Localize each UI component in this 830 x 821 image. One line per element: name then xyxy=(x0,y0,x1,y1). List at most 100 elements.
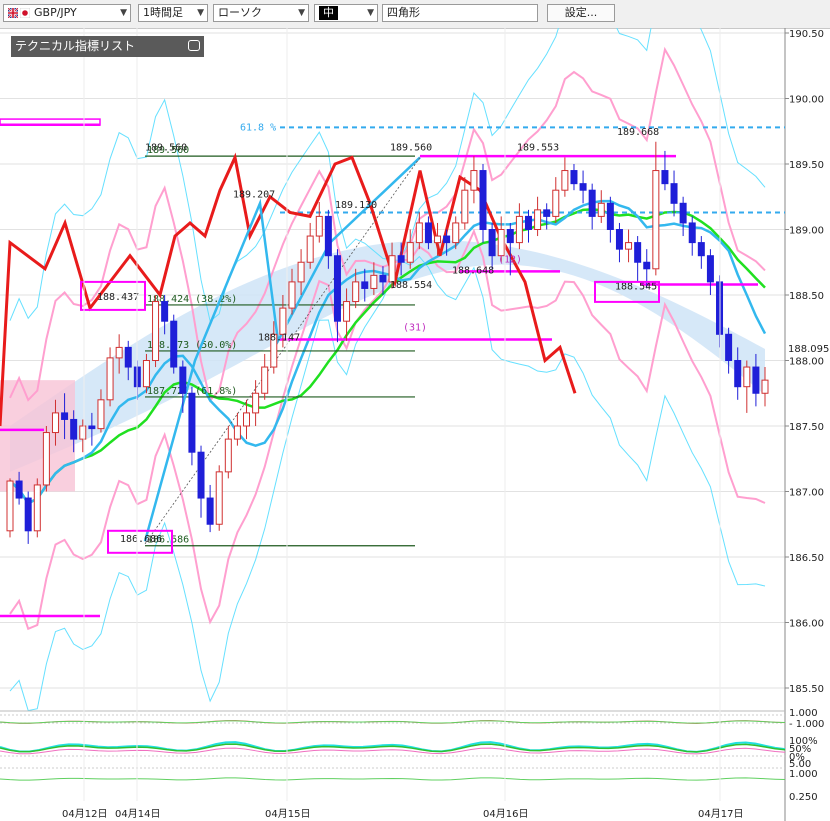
candle-body xyxy=(625,242,633,250)
shape-field[interactable]: 四角形 xyxy=(382,4,538,22)
indicator-list-title: テクニカル指標リスト xyxy=(15,39,136,53)
y-tick-label: 189.00 xyxy=(789,226,824,237)
candle-body xyxy=(288,281,296,309)
candle-body xyxy=(515,215,523,244)
chevron-down-icon: ▼ xyxy=(197,8,204,18)
draw-mode-select[interactable]: 中 ▼ xyxy=(314,4,378,22)
price-chart[interactable]: 190.50 190.00 189.50 189.00 188.50 188.00 187.… xyxy=(0,28,830,821)
candle-body xyxy=(679,202,687,224)
candle-body xyxy=(88,425,96,430)
candle-body xyxy=(406,242,414,263)
candle-body xyxy=(142,360,150,388)
candle-body xyxy=(443,235,451,244)
candle-body xyxy=(61,412,69,420)
candle-body xyxy=(115,346,123,359)
y-tick-label: 189.50 xyxy=(789,160,824,171)
candle-body xyxy=(470,170,478,191)
candle-body xyxy=(124,346,132,368)
price-label: 189.668 xyxy=(617,127,659,138)
candle-body xyxy=(352,281,360,303)
candle-body xyxy=(461,189,469,224)
candle-body xyxy=(388,255,396,283)
chevron-down-icon: ▼ xyxy=(120,8,127,18)
candle-body xyxy=(524,215,532,230)
candle-body xyxy=(333,255,341,322)
candle-body xyxy=(588,189,596,217)
candle-body xyxy=(6,480,14,532)
sub-tick-label: 1.000 xyxy=(789,708,818,719)
candle-body xyxy=(79,425,87,440)
candle-body xyxy=(215,471,223,525)
x-tick-label: 04月14日 xyxy=(115,808,160,820)
price-label: 188.437 xyxy=(97,292,139,303)
candle-body xyxy=(688,222,696,244)
draw-mode-label: 中 xyxy=(319,6,338,20)
candle-body xyxy=(424,222,432,244)
candle-body xyxy=(479,170,487,231)
candle-body xyxy=(197,451,205,499)
candle-body xyxy=(24,497,32,532)
candle-body xyxy=(343,301,351,322)
candle-body xyxy=(15,480,23,499)
price-label: 189.553 xyxy=(517,143,559,154)
candle-body xyxy=(97,399,105,430)
candle-body xyxy=(761,379,769,394)
chart-area[interactable]: 190.50 190.00 189.50 189.00 188.50 188.00 187.… xyxy=(0,28,830,821)
candle-body xyxy=(306,235,314,263)
x-tick-label: 04月12日 xyxy=(62,808,107,820)
candle-body xyxy=(361,281,369,289)
envelope-upper-line xyxy=(9,169,766,504)
candle-body xyxy=(315,215,323,237)
chart-style-select[interactable]: ローソク ▼ xyxy=(213,4,309,22)
candle-body xyxy=(51,412,59,434)
candle-body xyxy=(743,366,751,388)
y-tick-label: 188.50 xyxy=(789,291,824,302)
candle-body xyxy=(552,189,560,217)
price-label: 189.130 xyxy=(335,200,377,211)
candle-body xyxy=(297,261,305,283)
price-label: 186.686 xyxy=(120,534,162,545)
current-price-label: 188.095 xyxy=(788,344,829,355)
candle-body xyxy=(161,301,169,322)
indicator-list-panel[interactable]: テクニカル指標リスト xyxy=(11,36,204,57)
price-label: 189.560 xyxy=(390,143,432,154)
candle-body xyxy=(697,242,705,257)
candle-body xyxy=(170,320,178,368)
toolbar: GBP/JPY ▼ 1時間足 ▼ ローソク ▼ 中 ▼ 四角形 設定... xyxy=(0,0,830,29)
y-tick-label: 190.00 xyxy=(789,95,824,106)
candle-body xyxy=(506,229,514,244)
symbol-label: GBP/JPY xyxy=(34,6,77,19)
x-tick-label: 04月15日 xyxy=(265,808,310,820)
candle-body xyxy=(70,418,78,440)
chevron-down-icon: ▼ xyxy=(298,8,305,18)
candle-body xyxy=(615,229,623,250)
candle-body xyxy=(652,170,660,270)
window-icon[interactable] xyxy=(188,40,200,51)
count-label: (31) xyxy=(403,322,427,333)
uk-flag-icon xyxy=(8,8,18,18)
stochastic-pink-line xyxy=(0,747,786,755)
price-label: 188.648 xyxy=(452,266,494,277)
oscillator-bottom-line xyxy=(0,777,786,781)
candle-body xyxy=(324,215,332,257)
candle-body xyxy=(152,301,160,361)
candle-body xyxy=(188,392,196,453)
x-tick-label: 04月17日 xyxy=(698,808,743,820)
candle-body xyxy=(670,183,678,204)
candle-body xyxy=(725,333,733,361)
candle-body xyxy=(497,229,505,257)
candle-body xyxy=(42,432,50,486)
candle-body xyxy=(370,274,378,289)
candle-body xyxy=(661,170,669,185)
settings-button[interactable]: 設定... xyxy=(547,4,615,22)
y-tick-label: 186.00 xyxy=(789,619,824,630)
symbol-select[interactable]: GBP/JPY ▼ xyxy=(3,4,131,22)
x-tick-label: 04月16日 xyxy=(483,808,528,820)
candle-body xyxy=(224,438,232,473)
candle-body xyxy=(606,202,614,231)
price-label: 188.545 xyxy=(615,281,657,292)
timeframe-select[interactable]: 1時間足 ▼ xyxy=(138,4,208,22)
candle-body xyxy=(106,357,114,401)
sub-tick-label: 1.000 xyxy=(789,769,818,780)
y-tick-label: 185.50 xyxy=(789,684,824,695)
